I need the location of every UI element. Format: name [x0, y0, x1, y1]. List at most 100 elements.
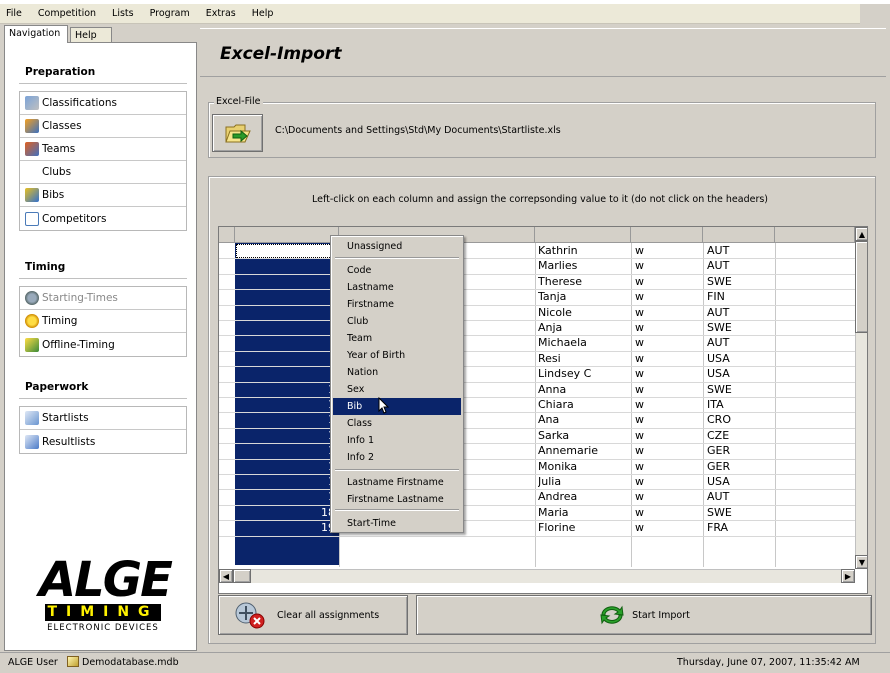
table-cell[interactable]: USA	[707, 475, 773, 489]
menu-program[interactable]: Program	[150, 8, 190, 19]
table-cell[interactable]	[235, 244, 335, 258]
vertical-scroll-thumb[interactable]	[855, 241, 867, 333]
table-cell[interactable]: Nicole	[538, 306, 630, 320]
table-row[interactable]: 1 Andreaw AUT	[219, 490, 855, 504]
table-cell[interactable]: w	[635, 259, 701, 273]
menu-item-info-2[interactable]: Info 2	[333, 449, 461, 466]
table-cell[interactable]: 1	[235, 398, 335, 412]
table-cell[interactable]: 1	[235, 460, 335, 474]
nav-item-startlists[interactable]: Startlists	[20, 407, 186, 430]
table-cell[interactable]: SWE	[707, 506, 773, 520]
nav-item-timing[interactable]: Timing	[20, 310, 186, 333]
table-cell[interactable]: w	[635, 290, 701, 304]
table-row[interactable]: Marlies w AUT	[219, 259, 855, 273]
table-cell[interactable]: 1	[235, 444, 335, 458]
menu-item-team[interactable]: Team	[333, 330, 461, 347]
menu-item-firstname-lastname[interactable]: Firstname Lastname	[333, 491, 461, 508]
menu-item-lastname[interactable]: Lastname	[333, 279, 461, 296]
table-row[interactable]: 1 Annemarie w GER	[219, 444, 855, 458]
table-cell[interactable]: w	[635, 413, 701, 427]
menu-item-bib[interactable]: Bib	[333, 398, 461, 415]
table-cell[interactable]: 1	[235, 490, 335, 504]
table-cell[interactable]	[235, 259, 335, 273]
table-row[interactable]: 1 Chiaraw ITA	[219, 398, 855, 412]
table-cell[interactable]: Anja	[538, 321, 630, 335]
table-cell[interactable]: w	[635, 444, 701, 458]
menu-file[interactable]: File	[6, 8, 22, 19]
table-cell[interactable]	[235, 306, 335, 320]
table-cell[interactable]: AUT	[707, 259, 773, 273]
menu-extras[interactable]: Extras	[206, 8, 236, 19]
table-row[interactable]: Therese w SWE	[219, 275, 855, 289]
table-row[interactable]: Anja w SWE	[219, 321, 855, 335]
table-cell[interactable]: AUT	[707, 244, 773, 258]
column-header[interactable]	[235, 227, 339, 243]
menu-item-firstname[interactable]: Firstname	[333, 296, 461, 313]
table-cell[interactable]: Florine	[538, 521, 630, 535]
table-cell[interactable]: AUT	[707, 336, 773, 350]
table-cell[interactable]: 1	[235, 429, 335, 443]
table-cell[interactable]: CRO	[707, 413, 773, 427]
table-cell[interactable]	[235, 321, 335, 335]
table-cell[interactable]: Michaela	[538, 336, 630, 350]
table-cell[interactable]: USA	[707, 352, 773, 366]
table-cell[interactable]: Kathrin	[538, 244, 630, 258]
table-cell[interactable]: 19	[235, 521, 335, 535]
table-cell[interactable]: Resi	[538, 352, 630, 366]
menu-item-unassigned[interactable]: Unassigned	[333, 238, 461, 255]
table-cell[interactable]: Therese	[538, 275, 630, 289]
table-cell[interactable]: 18	[235, 506, 335, 520]
table-cell[interactable]: Sarka	[538, 429, 630, 443]
table-cell[interactable]: FRA	[707, 521, 773, 535]
table-cell[interactable]: AUT	[707, 306, 773, 320]
table-cell[interactable]: ITA	[707, 398, 773, 412]
column-header[interactable]	[535, 227, 631, 243]
table-cell[interactable]: w	[635, 321, 701, 335]
table-cell[interactable]: Julia	[538, 475, 630, 489]
table-cell[interactable]: Chiara	[538, 398, 630, 412]
table-row[interactable]: Nicole w AUT	[219, 306, 855, 320]
open-file-button[interactable]	[212, 114, 263, 152]
menu-item-club[interactable]: Club	[333, 313, 461, 330]
table-cell[interactable]: w	[635, 383, 701, 397]
table-cell[interactable]: Annemarie	[538, 444, 630, 458]
menu-item-lastname-firstname[interactable]: Lastname Firstname	[333, 474, 461, 491]
nav-item-starting-times[interactable]: Starting-Times	[20, 287, 186, 310]
menu-item-class[interactable]: Class	[333, 415, 461, 432]
table-cell[interactable]: SWE	[707, 321, 773, 335]
nav-item-clubs[interactable]: Clubs	[20, 161, 186, 184]
table-cell[interactable]: w	[635, 521, 701, 535]
table-cell[interactable]: w	[635, 306, 701, 320]
table-row[interactable]: 1 Anaw CRO	[219, 413, 855, 427]
table-row[interactable]: 18PIETILAE-HOLMNERMariawSWE	[219, 506, 855, 520]
table-cell[interactable]: w	[635, 352, 701, 366]
table-cell[interactable]: Andrea	[538, 490, 630, 504]
menu-item-sex[interactable]: Sex	[333, 381, 461, 398]
table-cell[interactable]: GER	[707, 444, 773, 458]
table-cell[interactable]: w	[635, 244, 701, 258]
table-cell[interactable]: Anna	[538, 383, 630, 397]
nav-item-teams[interactable]: Teams	[20, 138, 186, 161]
table-cell[interactable]: w	[635, 336, 701, 350]
horizontal-scroll-thumb[interactable]	[233, 569, 251, 583]
nav-item-offline-timing[interactable]: Offline-Timing	[20, 333, 186, 356]
scroll-down-button[interactable]: ▼	[855, 555, 867, 569]
clear-assignments-button[interactable]: Clear all assignments	[218, 595, 408, 635]
table-cell[interactable]: w	[635, 429, 701, 443]
table-cell[interactable]: Marlies	[538, 259, 630, 273]
start-import-button[interactable]: Start Import	[416, 595, 872, 635]
column-header[interactable]	[703, 227, 775, 243]
table-cell[interactable]: AUT	[707, 490, 773, 504]
table-cell[interactable]: 1	[235, 475, 335, 489]
menu-help[interactable]: Help	[252, 8, 274, 19]
table-row[interactable]: Resi w USA	[219, 352, 855, 366]
table-cell[interactable]: Tanja	[538, 290, 630, 304]
menu-item-nation[interactable]: Nation	[333, 364, 461, 381]
column-header[interactable]	[631, 227, 703, 243]
table-row[interactable]: 1 Annaw SWE	[219, 383, 855, 397]
nav-item-classes[interactable]: Classes	[20, 115, 186, 138]
table-row[interactable]: 1 Sarkaw CZE	[219, 429, 855, 443]
table-cell[interactable]: w	[635, 460, 701, 474]
table-cell[interactable]: SWE	[707, 383, 773, 397]
table-cell[interactable]	[235, 367, 335, 381]
